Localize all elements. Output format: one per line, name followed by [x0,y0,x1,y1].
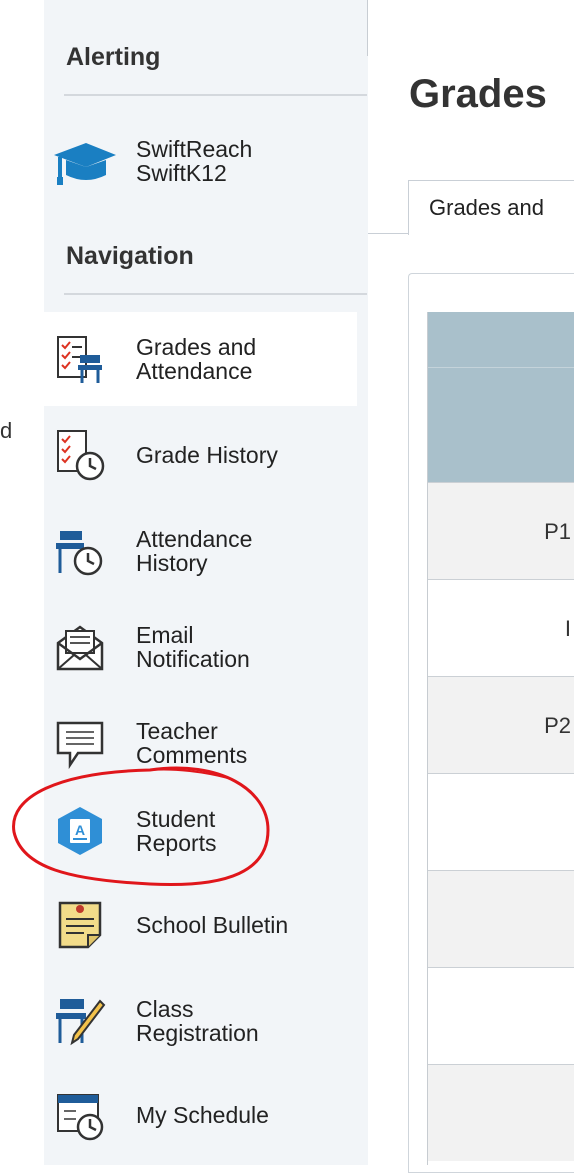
sidebar-item-teacher-comments[interactable]: Teacher Comments [44,696,357,790]
sidebar-item-label-line2: History [136,550,208,576]
attendance-history-icon [56,531,103,576]
sidebar-item-label-line1: School Bulletin [136,912,289,938]
table-header-row [428,367,574,482]
sidebar-item-label-line2: Attendance [136,358,253,384]
table-row[interactable]: P2 [428,676,574,773]
class-registration-icon [56,999,106,1046]
sidebar-item-label: Student Reports [136,807,351,855]
sidebar-item-my-schedule[interactable]: My Schedule [44,1068,357,1162]
swiftreach-label-line1: SwiftReach [136,136,253,162]
bulletin-note-icon [58,901,102,949]
sidebar-item-label-line2: Comments [136,742,248,768]
table-row[interactable] [428,1064,574,1161]
sidebar-item-label-line2: Reports [136,830,217,856]
clipped-page-text: d [0,418,13,443]
sidebar-item-label-line1: Email [136,622,194,648]
table-cell: I [564,616,571,641]
sidebar-item-label-line1: Teacher [136,718,218,744]
swiftreach-label-line2: SwiftK12 [136,160,227,186]
sidebar-item-class-registration[interactable]: Class Registration [44,974,357,1068]
tab-divider [368,233,408,234]
tab-label: Grades and [429,195,544,220]
navigation-divider [64,293,367,295]
sidebar-item-label: Grade History [136,443,351,467]
sidebar-item-label-line1: Student [136,806,216,832]
sidebar-item-school-bulletin[interactable]: School Bulletin [44,878,357,972]
sidebar-item-label: My Schedule [136,1103,351,1127]
sidebar-item-label: School Bulletin [136,913,351,937]
alerting-divider [64,94,367,96]
sidebar-item-label-line1: My Schedule [136,1102,269,1128]
sidebar-item-label-line1: Grade History [136,442,278,468]
sidebar-item-label-line2: Registration [136,1020,259,1046]
sidebar-item-label: Teacher Comments [136,719,351,767]
sidebar-item-label-line1: Grades and [136,334,257,360]
schedule-calendar-icon [57,1094,104,1141]
graduation-cap-icon [54,143,116,185]
grades-attendance-icon [57,336,102,383]
table-row[interactable]: P1 [428,482,574,579]
swiftreach-label: SwiftReach SwiftK12 [136,137,351,185]
sidebar-item-attendance-history[interactable]: Attendance History [44,504,357,598]
table-header-row [428,312,574,367]
sidebar-item-grade-history[interactable]: Grade History [44,408,357,502]
comment-bubble-icon [56,721,104,769]
sidebar-item-label-line1: Class [136,996,194,1022]
table-cell: P2 [544,713,571,738]
sidebar-item-label: Attendance History [136,527,351,575]
sidebar-item-label-line1: Attendance [136,526,253,552]
navigation-header: Navigation [66,242,194,270]
table-cell: P1 [544,519,571,544]
page-title: Grades [409,72,547,116]
email-notification-icon [56,625,104,671]
sidebar-item-label: Email Notification [136,623,351,671]
student-reports-icon: A [58,807,102,855]
alerting-header: Alerting [66,43,161,71]
sidebar-item-label-line2: Notification [136,646,250,672]
tab-grades-and-attendance[interactable]: Grades and [408,180,574,235]
sidebar-item-email-notification[interactable]: Email Notification [44,600,357,694]
table-row[interactable]: I [428,579,574,676]
table-row[interactable] [428,773,574,870]
sidebar-item-label: Class Registration [136,997,351,1045]
table-row[interactable] [428,870,574,967]
svg-text:A: A [75,822,85,838]
sidebar-item-grades-and-attendance[interactable]: Grades and Attendance [44,312,357,406]
grade-history-icon [57,430,105,481]
sidebar-item-student-reports[interactable]: A Student Reports [44,784,357,878]
sidebar-item-label: Grades and Attendance [136,335,351,383]
grades-table: P1 I P2 [427,312,574,1165]
table-row[interactable] [428,967,574,1064]
sidebar-item-swiftreach[interactable]: SwiftReach SwiftK12 [44,114,357,208]
